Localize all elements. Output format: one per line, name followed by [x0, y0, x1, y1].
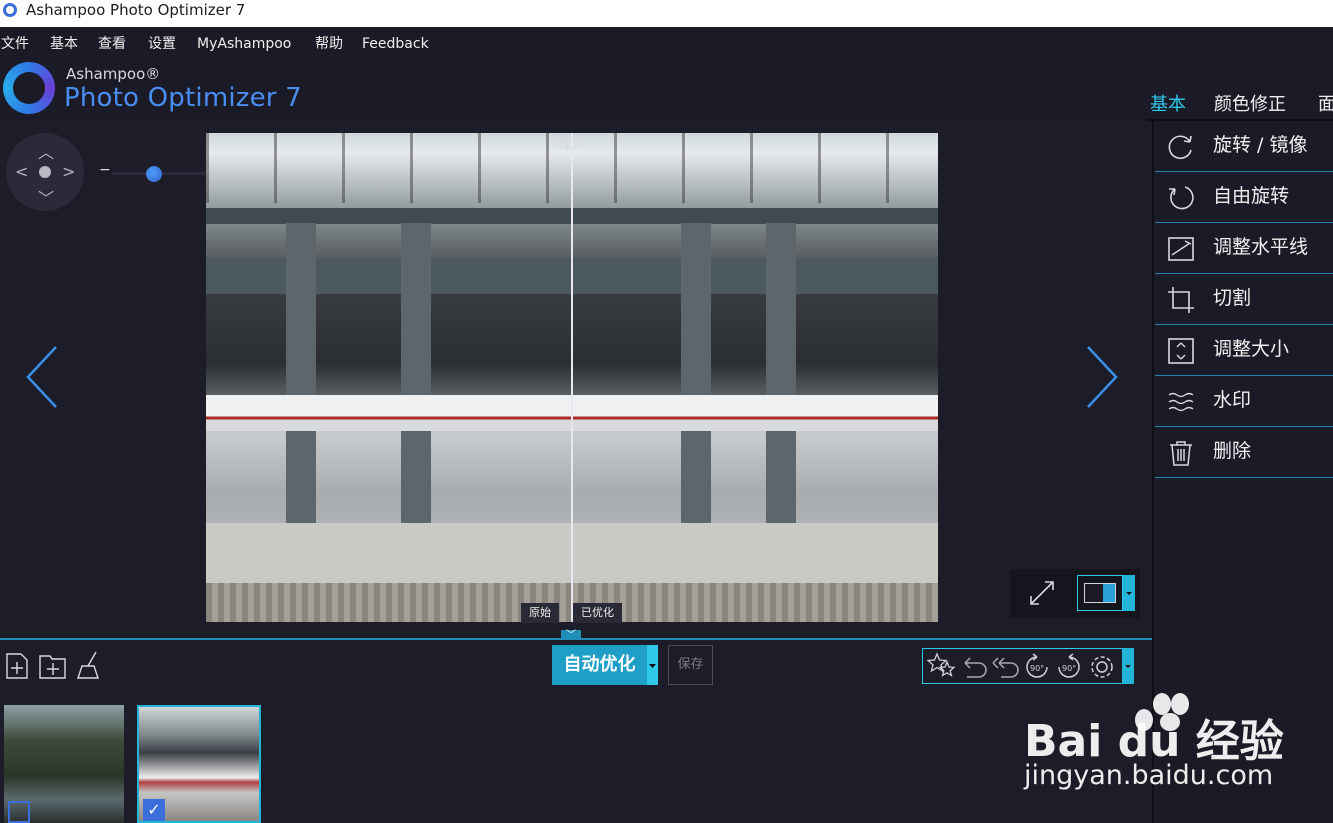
settings-gear-icon[interactable]	[1087, 652, 1117, 682]
logo-icon	[3, 62, 55, 114]
menu-help[interactable]: 帮助	[315, 36, 343, 52]
previous-image-icon[interactable]	[26, 345, 58, 409]
tool-free-rotate[interactable]: 自由旋转	[1155, 172, 1333, 223]
brand-product: Photo Optimizer 7	[64, 83, 302, 113]
pan-left-icon[interactable]: <	[15, 162, 28, 181]
zoom-slider-handle[interactable]	[146, 166, 162, 182]
header: Ashampoo® Photo Optimizer 7 基本 颜色修正 面	[0, 61, 1333, 121]
add-folder-icon[interactable]	[38, 652, 68, 680]
tab-basic[interactable]: 基本	[1150, 90, 1186, 116]
rotate-left-90-icon[interactable]: 90°	[1021, 652, 1053, 682]
photo-pillar	[766, 223, 796, 523]
tool-label: 旋转 / 镜像	[1213, 134, 1308, 156]
undo-all-icon[interactable]	[989, 653, 1021, 681]
tool-resize[interactable]: 调整大小	[1155, 325, 1333, 376]
pan-right-icon[interactable]: >	[62, 162, 75, 181]
menu-view[interactable]: 查看	[98, 36, 126, 52]
tool-crop[interactable]: 切割	[1155, 274, 1333, 325]
watermark-icon	[1168, 392, 1194, 412]
zoom-out-icon[interactable]: −	[99, 162, 111, 178]
tab-color-correction[interactable]: 颜色修正	[1214, 90, 1286, 116]
fullscreen-icon[interactable]	[1027, 578, 1057, 608]
split-view-icon	[1084, 583, 1116, 603]
tool-label: 删除	[1213, 440, 1252, 462]
undo-icon[interactable]	[959, 653, 989, 681]
brand-company: Ashampoo®	[66, 65, 161, 83]
save-button[interactable]: 保存	[668, 645, 713, 685]
menu-bar: 文件 基本 查看 设置 MyAshampoo 帮助 Feedback	[0, 27, 1333, 61]
app-icon	[3, 3, 17, 17]
title-bar: Ashampoo Photo Optimizer 7	[0, 0, 1333, 27]
pan-center-icon[interactable]	[39, 166, 51, 178]
label-optimized: 已优化	[573, 603, 622, 623]
compare-split-line[interactable]	[571, 133, 573, 622]
menu-myashampoo[interactable]: MyAshampoo	[197, 36, 291, 52]
favorite-stars-icon[interactable]	[927, 652, 957, 680]
thumbnail-1[interactable]	[4, 705, 124, 823]
tool-delete[interactable]: 删除	[1155, 427, 1333, 478]
tool-rotate-mirror[interactable]: 旋转 / 镜像	[1155, 121, 1333, 172]
watermark-url: jingyan.baidu.com	[1024, 760, 1274, 791]
horizon-icon	[1168, 237, 1194, 261]
quick-tools: 90° 90°	[922, 648, 1126, 684]
photo-pillar	[681, 223, 711, 523]
tool-label: 切割	[1213, 287, 1252, 309]
tool-label: 自由旋转	[1213, 185, 1290, 207]
pan-down-icon[interactable]: ﹀	[38, 185, 54, 209]
window-title: Ashampoo Photo Optimizer 7	[26, 1, 246, 19]
tool-label: 调整大小	[1213, 338, 1290, 360]
clear-list-icon[interactable]	[76, 650, 104, 680]
svg-text:90°: 90°	[1062, 664, 1076, 673]
crop-icon	[1168, 287, 1194, 313]
pan-navigator[interactable]: ︿ < > ﹀	[6, 133, 84, 211]
tool-label: 调整水平线	[1213, 236, 1309, 258]
tool-watermark[interactable]: 水印	[1155, 376, 1333, 427]
add-file-icon[interactable]	[5, 652, 31, 680]
svg-text:90°: 90°	[1030, 664, 1044, 673]
quick-tools-dropdown[interactable]	[1122, 648, 1134, 684]
thumbnail-checkbox[interactable]	[8, 801, 30, 823]
resize-icon	[1168, 338, 1194, 364]
next-image-icon[interactable]	[1086, 345, 1118, 409]
rotate-right-90-icon[interactable]: 90°	[1053, 652, 1085, 682]
compare-view-dropdown[interactable]	[1123, 575, 1135, 611]
tool-horizon[interactable]: 调整水平线	[1155, 223, 1333, 274]
label-original: 原始	[521, 603, 559, 623]
tab-more[interactable]: 面	[1318, 90, 1333, 116]
auto-optimize-dropdown[interactable]	[647, 645, 658, 685]
menu-file[interactable]: 文件	[1, 36, 29, 52]
rotate-mirror-icon	[1168, 135, 1192, 159]
auto-optimize-button[interactable]: 自动优化	[552, 645, 647, 685]
pan-up-icon[interactable]: ︿	[38, 139, 54, 163]
tool-label: 水印	[1213, 389, 1252, 411]
free-rotate-icon	[1169, 186, 1194, 210]
photo-pillar	[401, 223, 431, 523]
menu-feedback[interactable]: Feedback	[362, 36, 429, 52]
menu-settings[interactable]: 设置	[148, 36, 176, 52]
photo-pillar	[286, 223, 316, 523]
menu-basic[interactable]: 基本	[50, 36, 78, 52]
trash-icon	[1170, 441, 1192, 466]
thumbnail-checked-icon[interactable]: ✓	[143, 799, 165, 821]
thumbnail-2[interactable]: ✓	[137, 705, 261, 823]
compare-view-button[interactable]	[1077, 575, 1123, 611]
split-handle-icon[interactable]: ◁▷	[557, 136, 579, 152]
